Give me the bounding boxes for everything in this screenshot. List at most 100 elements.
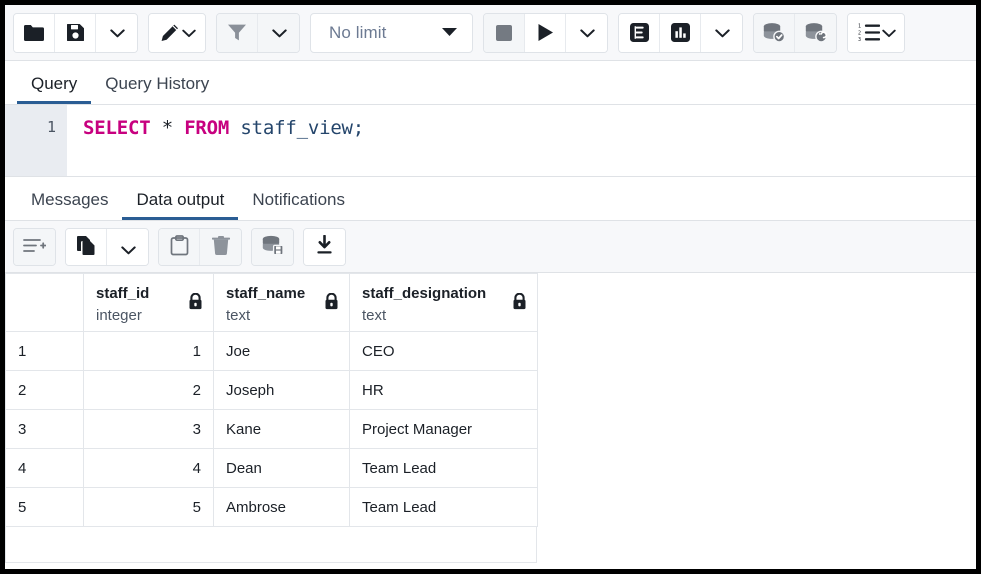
lock-icon [324,293,339,315]
edit-button-group [148,13,206,53]
column-type: integer [96,305,149,327]
download-button[interactable] [304,229,345,265]
column-name: staff_id [96,283,149,305]
table-row[interactable]: 1 1 Joe CEO [6,332,538,371]
svg-text:1: 1 [858,24,861,30]
cell-staff-name[interactable]: Kane [214,410,350,449]
explain-dropdown-button[interactable] [701,14,742,52]
save-file-button[interactable] [55,14,96,52]
table-row[interactable]: 2 2 Joseph HR [6,371,538,410]
chevron-down-icon [882,29,895,37]
grid-empty-area [5,527,537,563]
save-data-icon [261,235,285,258]
open-file-button[interactable] [14,14,55,52]
tab-notifications[interactable]: Notifications [238,191,359,220]
explain-button[interactable] [619,14,660,52]
query-toolbar: No limit [5,5,976,61]
pencil-icon [160,23,180,43]
cell-staff-name[interactable]: Dean [214,449,350,488]
row-number: 4 [6,449,84,488]
row-number: 5 [6,488,84,527]
delete-button[interactable] [200,229,241,265]
execute-button[interactable] [525,14,566,52]
sql-identifier: staff_view; [240,117,364,139]
paste-button[interactable] [159,229,200,265]
column-header-staff-id[interactable]: staff_id integer [84,274,214,332]
table-row[interactable]: 4 4 Dean Team Lead [6,449,538,488]
cell-staff-designation[interactable]: HR [350,371,538,410]
column-name: staff_designation [362,283,486,305]
row-number: 3 [6,410,84,449]
copy-group [65,228,149,266]
explain-analyze-button[interactable] [660,14,701,52]
save-data-button[interactable] [252,229,293,265]
svg-text:3: 3 [858,37,861,42]
column-header-staff-designation[interactable]: staff_designation text [350,274,538,332]
commit-icon [762,22,786,43]
row-number: 2 [6,371,84,410]
play-icon [537,23,554,42]
table-row[interactable]: 5 5 Ambrose Team Lead [6,488,538,527]
chevron-down-icon [441,24,458,42]
editor-tabbar: Query Query History [5,61,976,105]
macros-list-icon: 1 2 3 [858,23,880,42]
sql-code-area[interactable]: SELECT * FROM staff_view; [67,105,976,176]
cell-staff-id[interactable]: 4 [84,449,214,488]
row-limit-select[interactable]: No limit [310,13,473,53]
tab-query-history[interactable]: Query History [91,75,223,104]
cell-staff-designation[interactable]: Team Lead [350,488,538,527]
copy-icon [76,235,96,259]
tab-query[interactable]: Query [17,75,91,104]
rownum-header [6,274,84,332]
edit-button[interactable] [149,14,205,52]
rollback-button[interactable] [795,14,836,52]
execute-button-group [483,13,608,53]
sql-editor[interactable]: 1 SELECT * FROM staff_view; [5,105,976,177]
cell-staff-name[interactable]: Joseph [214,371,350,410]
svg-text:2: 2 [858,30,861,36]
tab-data-output[interactable]: Data output [122,191,238,220]
cell-staff-designation[interactable]: CEO [350,332,538,371]
row-limit-value: No limit [329,23,386,43]
cell-staff-id[interactable]: 1 [84,332,214,371]
filter-dropdown-button[interactable] [258,14,299,52]
cell-staff-name[interactable]: Joe [214,332,350,371]
open-file-icon [23,24,45,42]
macros-button[interactable]: 1 2 3 [848,14,904,52]
sql-keyword-select: SELECT [83,117,150,139]
cell-staff-id[interactable]: 3 [84,410,214,449]
save-data-group [251,228,294,266]
data-grid: staff_id integer staff_name [5,273,976,569]
save-file-dropdown-button[interactable] [96,14,137,52]
column-header-staff-name[interactable]: staff_name text [214,274,350,332]
table-header-row: staff_id integer staff_name [6,274,538,332]
add-row-button[interactable] [14,229,55,265]
tab-messages[interactable]: Messages [17,191,122,220]
chevron-down-icon [110,29,123,37]
commit-button[interactable] [754,14,795,52]
cell-staff-id[interactable]: 2 [84,371,214,410]
table-row[interactable]: 3 3 Kane Project Manager [6,410,538,449]
cell-staff-name[interactable]: Ambrose [214,488,350,527]
cell-staff-designation[interactable]: Team Lead [350,449,538,488]
column-type: text [226,305,305,327]
explain-analyze-icon [670,22,691,43]
explain-button-group [618,13,743,53]
execute-dropdown-button[interactable] [566,14,607,52]
column-type: text [362,305,486,327]
explain-icon [629,22,650,43]
chevron-down-icon [272,29,285,37]
row-number: 1 [6,332,84,371]
cell-staff-id[interactable]: 5 [84,488,214,527]
cell-staff-designation[interactable]: Project Manager [350,410,538,449]
save-file-icon [66,23,85,42]
filter-icon [227,23,247,42]
filter-button[interactable] [217,14,258,52]
copy-button[interactable] [66,229,107,265]
file-button-group [13,13,138,53]
result-tabbar: Messages Data output Notifications [5,177,976,221]
copy-dropdown-button[interactable] [107,229,148,265]
data-grid-toolbar [5,221,976,273]
stop-button[interactable] [484,14,525,52]
rollback-icon [804,22,828,43]
